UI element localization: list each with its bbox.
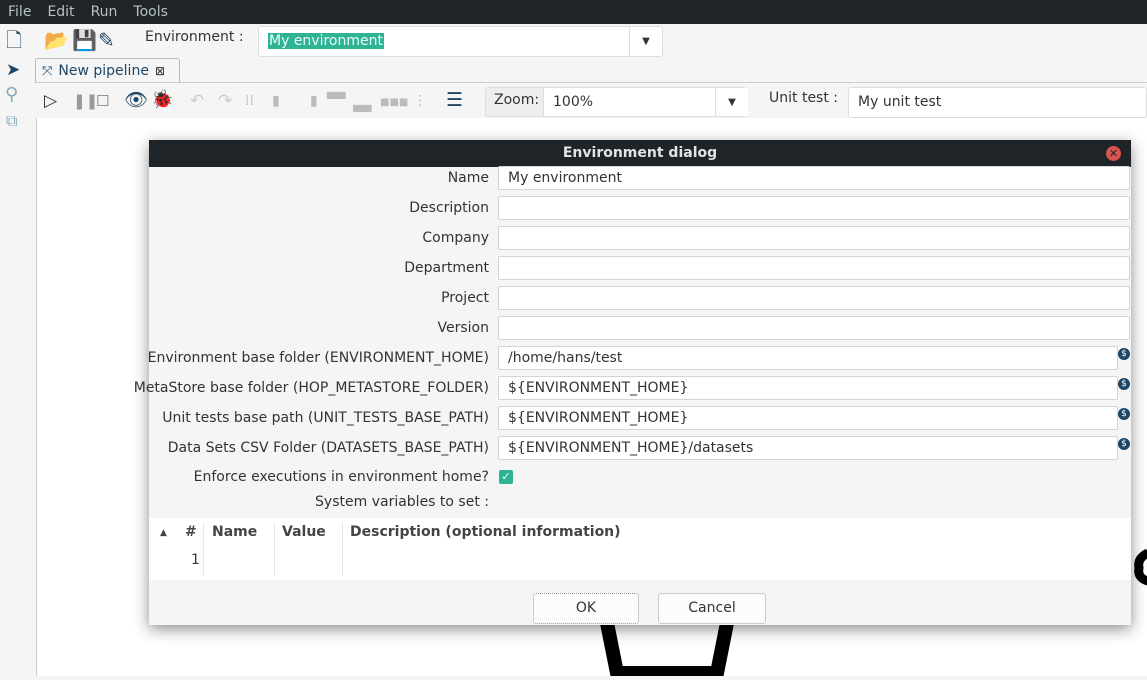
metastore-folder-field[interactable]: ${ENVIRONMENT_HOME}: [498, 376, 1118, 400]
unit-tests-path-field[interactable]: ${ENVIRONMENT_HOME}: [498, 406, 1118, 430]
dialog-title: Environment dialog: [149, 140, 1131, 167]
distribute-vertical-icon[interactable]: ⋮: [413, 91, 427, 111]
cancel-button[interactable]: Cancel: [658, 593, 766, 624]
navigate-icon[interactable]: ➤: [6, 60, 20, 80]
zoom-combo[interactable]: Zoom: 100% ▼: [485, 87, 748, 117]
name-label: Name: [447, 170, 489, 186]
description-label: Description: [409, 200, 489, 216]
close-tab-icon[interactable]: ⊠: [155, 64, 165, 78]
menu-file[interactable]: File: [0, 4, 39, 20]
zoom-label: Zoom:: [494, 92, 540, 108]
version-label: Version: [437, 320, 489, 336]
column-header-name[interactable]: Name: [212, 524, 257, 540]
environment-home-field[interactable]: /home/hans/test: [498, 346, 1118, 370]
row-number: 1: [191, 552, 200, 568]
open-folder-icon[interactable]: 📂: [44, 30, 69, 50]
metastore-folder-label: MetaStore base folder (HOP_METASTORE_FOL…: [133, 380, 489, 396]
company-label: Company: [422, 230, 489, 246]
close-icon[interactable]: ✕: [1106, 146, 1121, 161]
datasets-folder-value: ${ENVIRONMENT_HOME}/datasets: [508, 440, 754, 456]
unit-tests-path-value: ${ENVIRONMENT_HOME}: [508, 410, 689, 426]
redo-icon[interactable]: ↷: [218, 91, 232, 111]
enforce-label: Enforce executions in environment home?: [193, 469, 489, 485]
align-bottom-icon[interactable]: ▄▄: [353, 95, 371, 115]
metastore-folder-value: ${ENVIRONMENT_HOME}: [508, 380, 689, 396]
environment-home-value: /home/hans/test: [508, 350, 623, 366]
zoom-value[interactable]: 100%: [553, 94, 593, 110]
align-right-icon[interactable]: ▮: [310, 91, 318, 111]
name-value: My environment: [508, 170, 622, 186]
column-header-value[interactable]: Value: [282, 524, 326, 540]
chevron-down-icon[interactable]: ▼: [629, 27, 662, 56]
undo-icon[interactable]: ↶: [190, 91, 204, 111]
save-as-icon[interactable]: ✎: [98, 30, 115, 50]
distribute-horizontal-icon[interactable]: ■■■: [380, 93, 408, 113]
column-header-description[interactable]: Description (optional information): [350, 524, 621, 540]
department-field[interactable]: [498, 256, 1130, 280]
enforce-checkbox[interactable]: ✓: [499, 470, 513, 484]
datasets-folder-field[interactable]: ${ENVIRONMENT_HOME}/datasets: [498, 436, 1118, 460]
chevron-down-icon[interactable]: ▼: [715, 88, 748, 116]
system-variables-table[interactable]: ▲ # Name Value Description (optional inf…: [149, 518, 1131, 580]
project-field[interactable]: [498, 286, 1130, 310]
environment-dialog: Environment dialog ✕ Name My environment…: [134, 140, 1131, 625]
search-icon[interactable]: ⚲: [5, 85, 18, 105]
align-left-icon[interactable]: ▮: [272, 91, 280, 111]
table-row[interactable]: 1: [149, 548, 1131, 576]
stop-icon[interactable]: ☐: [96, 91, 109, 111]
unit-test-label: Unit test :: [769, 90, 839, 106]
company-field[interactable]: [498, 226, 1130, 250]
preview-eye-icon[interactable]: 👁: [124, 90, 148, 110]
tab-new-pipeline[interactable]: ⤧ New pipeline ⊠: [35, 58, 180, 83]
menu-edit[interactable]: Edit: [39, 4, 82, 20]
name-field[interactable]: My environment: [498, 166, 1130, 190]
datasets-folder-label: Data Sets CSV Folder (DATASETS_BASE_PATH…: [167, 440, 489, 456]
pipeline-icon: ⤧: [42, 63, 53, 79]
save-icon[interactable]: 💾: [72, 30, 97, 50]
ok-button[interactable]: OK: [533, 593, 639, 624]
menu-run[interactable]: Run: [83, 4, 126, 20]
menu-bar: File Edit Run Tools: [0, 0, 1147, 24]
department-label: Department: [404, 260, 489, 276]
sort-up-icon[interactable]: ▲: [160, 528, 167, 538]
environment-label: Environment :: [145, 29, 244, 45]
menu-tools[interactable]: Tools: [125, 4, 176, 20]
layout-icon[interactable]: ☰: [446, 90, 463, 110]
unit-tests-path-label: Unit tests base path (UNIT_TESTS_BASE_PA…: [162, 410, 489, 426]
project-label: Project: [441, 290, 489, 306]
system-variables-label: System variables to set :: [315, 494, 489, 510]
variable-icon[interactable]: $: [1118, 408, 1130, 420]
tab-label: New pipeline: [58, 63, 149, 79]
align-top-icon[interactable]: ▀▀: [327, 89, 345, 109]
column-header-number[interactable]: #: [185, 524, 197, 540]
debug-bug-icon[interactable]: 🐞: [151, 90, 173, 110]
description-field[interactable]: [498, 196, 1130, 220]
environment-home-label: Environment base folder (ENVIRONMENT_HOM…: [147, 350, 489, 366]
environment-combo[interactable]: My environment ▼: [258, 26, 663, 57]
unit-test-combo[interactable]: My unit test: [848, 87, 1147, 118]
run-icon[interactable]: ▷: [44, 91, 57, 111]
unit-test-value: My unit test: [858, 94, 942, 110]
environment-value[interactable]: My environment: [268, 33, 384, 49]
variable-icon[interactable]: $: [1118, 378, 1130, 390]
variable-icon[interactable]: $: [1118, 438, 1130, 450]
pause-icon[interactable]: ❚❚: [73, 91, 98, 111]
variable-icon[interactable]: $: [1118, 348, 1130, 360]
version-field[interactable]: [498, 316, 1130, 340]
metadata-icon[interactable]: ⧉: [6, 111, 17, 131]
perspective-sidebar: ➤ ⚲ ⧉: [0, 57, 36, 676]
new-file-icon[interactable]: 🗋: [6, 30, 22, 50]
snap-grid-icon[interactable]: ⁞⁞: [245, 91, 254, 111]
